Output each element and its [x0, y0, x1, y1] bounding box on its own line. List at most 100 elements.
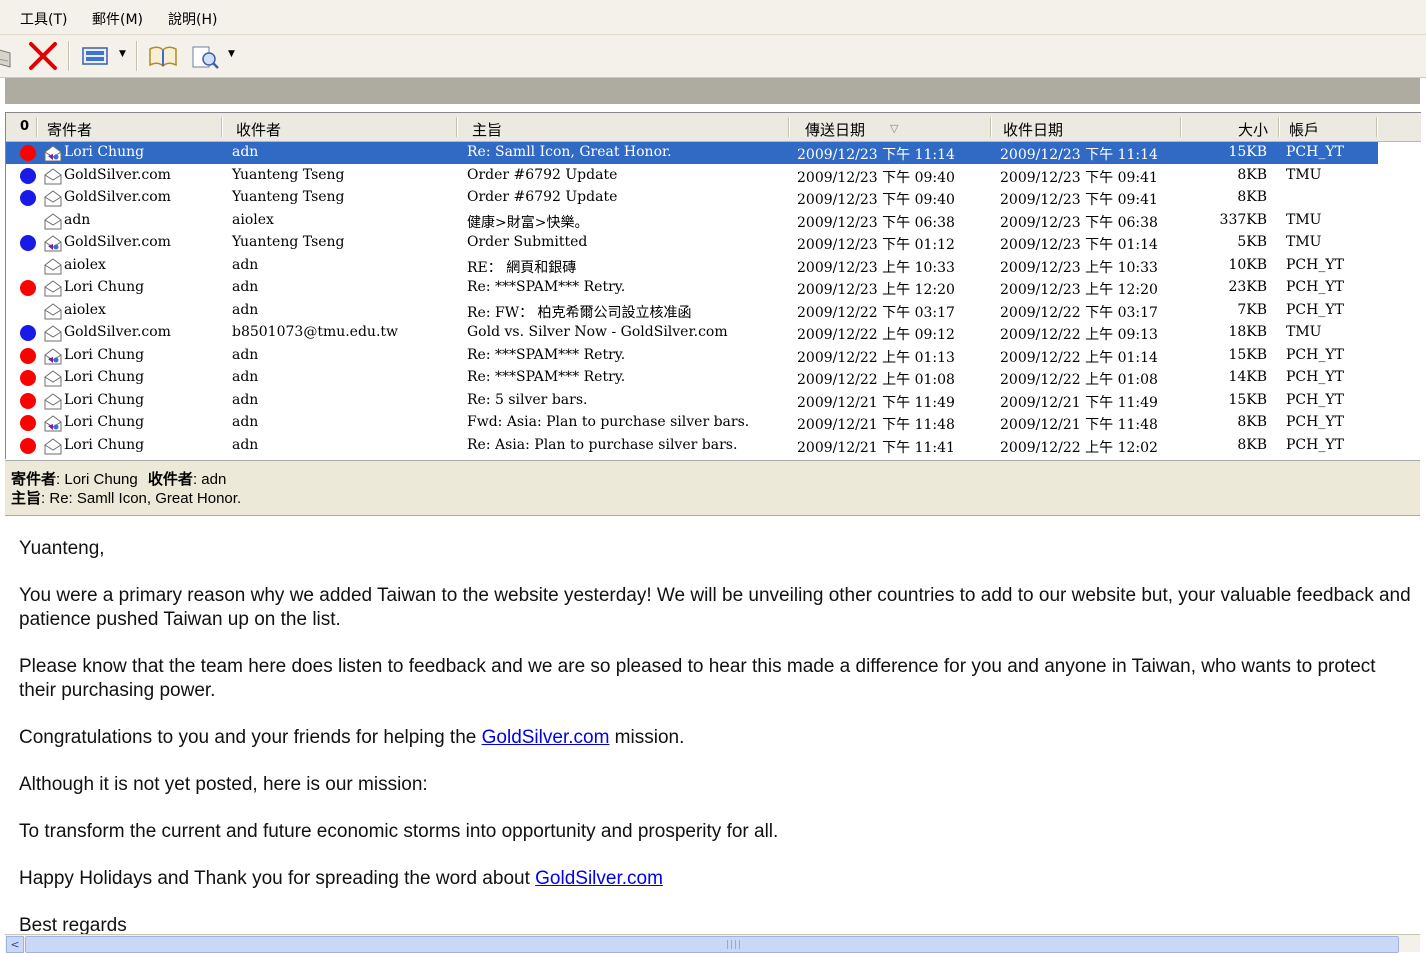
cell-sent: 2009/12/21 下午 11:49 [797, 394, 955, 411]
goldsilver-link[interactable]: GoldSilver.com [482, 727, 610, 748]
preview-from: Lori Chung [64, 471, 138, 488]
cell-sent: 2009/12/23 下午 01:12 [797, 237, 955, 253]
cell-size: 7KB [1237, 301, 1267, 318]
cell-from: Lori Chung [64, 436, 145, 453]
cell-received: 2009/12/21 下午 11:49 [1000, 394, 1158, 411]
cell-subject: Order Submitted [467, 234, 588, 250]
cell-account: PCH_YT [1286, 256, 1344, 273]
goldsilver-link[interactable]: GoldSilver.com [535, 868, 663, 889]
cell-to: adn [232, 414, 259, 430]
cell-from: Lori Chung [64, 369, 145, 385]
cell-received: 2009/12/23 下午 01:14 [1000, 237, 1158, 253]
subject-column-header[interactable]: 主旨 [472, 119, 502, 140]
cell-received: 2009/12/22 上午 09:13 [1000, 327, 1158, 343]
cell-subject: Fwd: Asia: Plan to purchase silver bars. [467, 414, 750, 430]
message-body: Yuanteng, You were a primary reason why … [19, 520, 1414, 934]
address-book-icon[interactable] [146, 39, 180, 73]
read-envelope-icon [43, 370, 63, 387]
cell-from: Lori Chung [64, 144, 145, 160]
find-dropdown-icon[interactable]: ▼ [228, 49, 235, 59]
cell-size: 14KB [1228, 369, 1267, 385]
attachment-column-header[interactable]: 0 [20, 119, 29, 134]
print-icon[interactable] [0, 39, 16, 73]
cell-subject: Re: ***SPAM*** Retry. [467, 369, 626, 385]
message-list: 0 寄件者 收件者 主旨 傳送日期 ▽ 收件日期 大小 帳戶 Lori Chun… [5, 112, 1421, 459]
received-column-header[interactable]: 收件日期 [1003, 119, 1063, 140]
cell-size: 8KB [1237, 166, 1267, 183]
send-receive-icon[interactable] [80, 39, 114, 73]
message-row[interactable]: Lori Chung adn Re: Asia: Plan to purchase … [6, 435, 1378, 457]
scroll-left-icon[interactable]: < [6, 936, 24, 953]
message-row[interactable]: GoldSilver.com Yuanteng Tseng Order Submit… [6, 232, 1378, 254]
to-column-header[interactable]: 收件者 [236, 119, 281, 140]
body-paragraph: Although it is not yet posted, here is o… [19, 774, 428, 795]
menu-help[interactable]: 說明(H) [168, 9, 217, 29]
cell-sent: 2009/12/22 下午 03:17 [797, 304, 955, 321]
body-paragraph: Happy Holidays and Thank you for spreadi… [19, 868, 663, 889]
message-row[interactable]: Lori Chung adn Fwd: Asia: Plan to purchase… [6, 412, 1378, 434]
cell-to: adn [232, 436, 259, 453]
cell-size: 18KB [1228, 324, 1267, 340]
cell-size: 8KB [1237, 414, 1267, 430]
send-receive-dropdown-icon[interactable]: ▼ [119, 49, 126, 59]
grip-icon: |||| [726, 940, 743, 950]
message-row[interactable]: aiolex adn RE： 網頁和銀磚 2009/12/23 上午 10:33 200… [6, 255, 1378, 277]
size-column-header[interactable]: 大小 [1238, 119, 1268, 140]
cell-account: PCH_YT [1286, 414, 1344, 430]
cell-account: TMU [1286, 324, 1322, 340]
cell-sent: 2009/12/23 下午 09:40 [797, 192, 955, 208]
sent-column-header[interactable]: 傳送日期 [805, 119, 865, 140]
message-row[interactable]: Lori Chung adn Re: 5 silver bars. 2009/12/2… [6, 390, 1378, 412]
cell-subject: Re: Samll Icon, Great Honor. [467, 144, 672, 160]
read-envelope-icon [43, 302, 63, 320]
cell-to: adn [232, 391, 259, 408]
cell-to: adn [232, 279, 259, 295]
cell-from: aiolex [64, 256, 106, 273]
menu-tools[interactable]: 工具(T) [20, 9, 67, 29]
preview-header: 寄件者: Lori Chung 收件者: adn 主旨: Re: Samll I… [5, 460, 1420, 516]
body-paragraph: Congratulations to you and your friends … [19, 727, 685, 748]
cell-size: 337KB [1219, 211, 1267, 228]
cell-account: PCH_YT [1286, 346, 1344, 363]
cell-sent: 2009/12/23 上午 10:33 [797, 259, 955, 276]
cell-received: 2009/12/23 上午 10:33 [1000, 259, 1158, 276]
red-flag-icon [20, 280, 36, 296]
delete-icon[interactable] [26, 39, 60, 73]
from-column-header[interactable]: 寄件者 [47, 119, 92, 140]
find-icon[interactable] [188, 39, 222, 73]
cell-account: PCH_YT [1286, 301, 1344, 318]
cell-sent: 2009/12/23 下午 06:38 [797, 214, 955, 231]
account-column-header[interactable]: 帳戶 [1289, 119, 1319, 140]
message-row[interactable]: GoldSilver.com Yuanteng Tseng Order #6792 … [6, 187, 1378, 209]
cell-size: 8KB [1237, 436, 1267, 453]
preview-subject-line: 主旨: Re: Samll Icon, Great Honor. [11, 490, 242, 507]
message-row[interactable]: GoldSilver.com Yuanteng Tseng Order #6792 … [6, 165, 1378, 187]
cell-subject: Gold vs. Silver Now - GoldSilver.com [467, 324, 728, 340]
cell-to: Yuanteng Tseng [232, 234, 345, 250]
cell-size: 5KB [1237, 234, 1267, 250]
preview-to-label: 收件者 [147, 471, 193, 488]
horizontal-scrollbar[interactable]: < |||| [5, 934, 1420, 953]
cell-from: GoldSilver.com [64, 189, 171, 205]
cell-from: Lori Chung [64, 279, 145, 295]
cell-subject: Order #6792 Update [467, 166, 618, 183]
message-row[interactable]: aiolex adn Re: FW： 柏克希爾公司設立核准函 2009/12/22 下… [6, 300, 1378, 322]
cell-account: PCH_YT [1286, 279, 1344, 295]
menu-mail[interactable]: 郵件(M) [92, 9, 143, 29]
folder-bar [5, 78, 1420, 104]
blue-flag-icon [20, 190, 36, 206]
cell-subject: RE： 網頁和銀磚 [467, 259, 577, 276]
body-greeting: Yuanteng, [19, 538, 105, 559]
column-separator [990, 117, 992, 137]
message-row[interactable]: Lori Chung adn Re: ***SPAM*** Retry. 2009/1… [6, 277, 1378, 299]
cell-sent: 2009/12/21 下午 11:41 [797, 439, 955, 456]
scrollbar-thumb[interactable]: |||| [25, 936, 1399, 953]
message-row[interactable]: adn aiolex 健康>財富>快樂。 2009/12/23 下午 06:38 200… [6, 210, 1378, 232]
message-row[interactable]: Lori Chung adn Re: ***SPAM*** Retry. 2009/1… [6, 345, 1378, 367]
blue-flag-icon [20, 235, 36, 251]
message-row[interactable]: Lori Chung adn Re: Samll Icon, Great Honor… [6, 142, 1378, 164]
cell-account: PCH_YT [1286, 436, 1344, 453]
message-row[interactable]: GoldSilver.com b8501073@tmu.edu.tw Gold vs… [6, 322, 1378, 344]
message-row[interactable]: Lori Chung adn Re: ***SPAM*** Retry. 2009/1… [6, 367, 1378, 389]
cell-from: GoldSilver.com [64, 234, 171, 250]
